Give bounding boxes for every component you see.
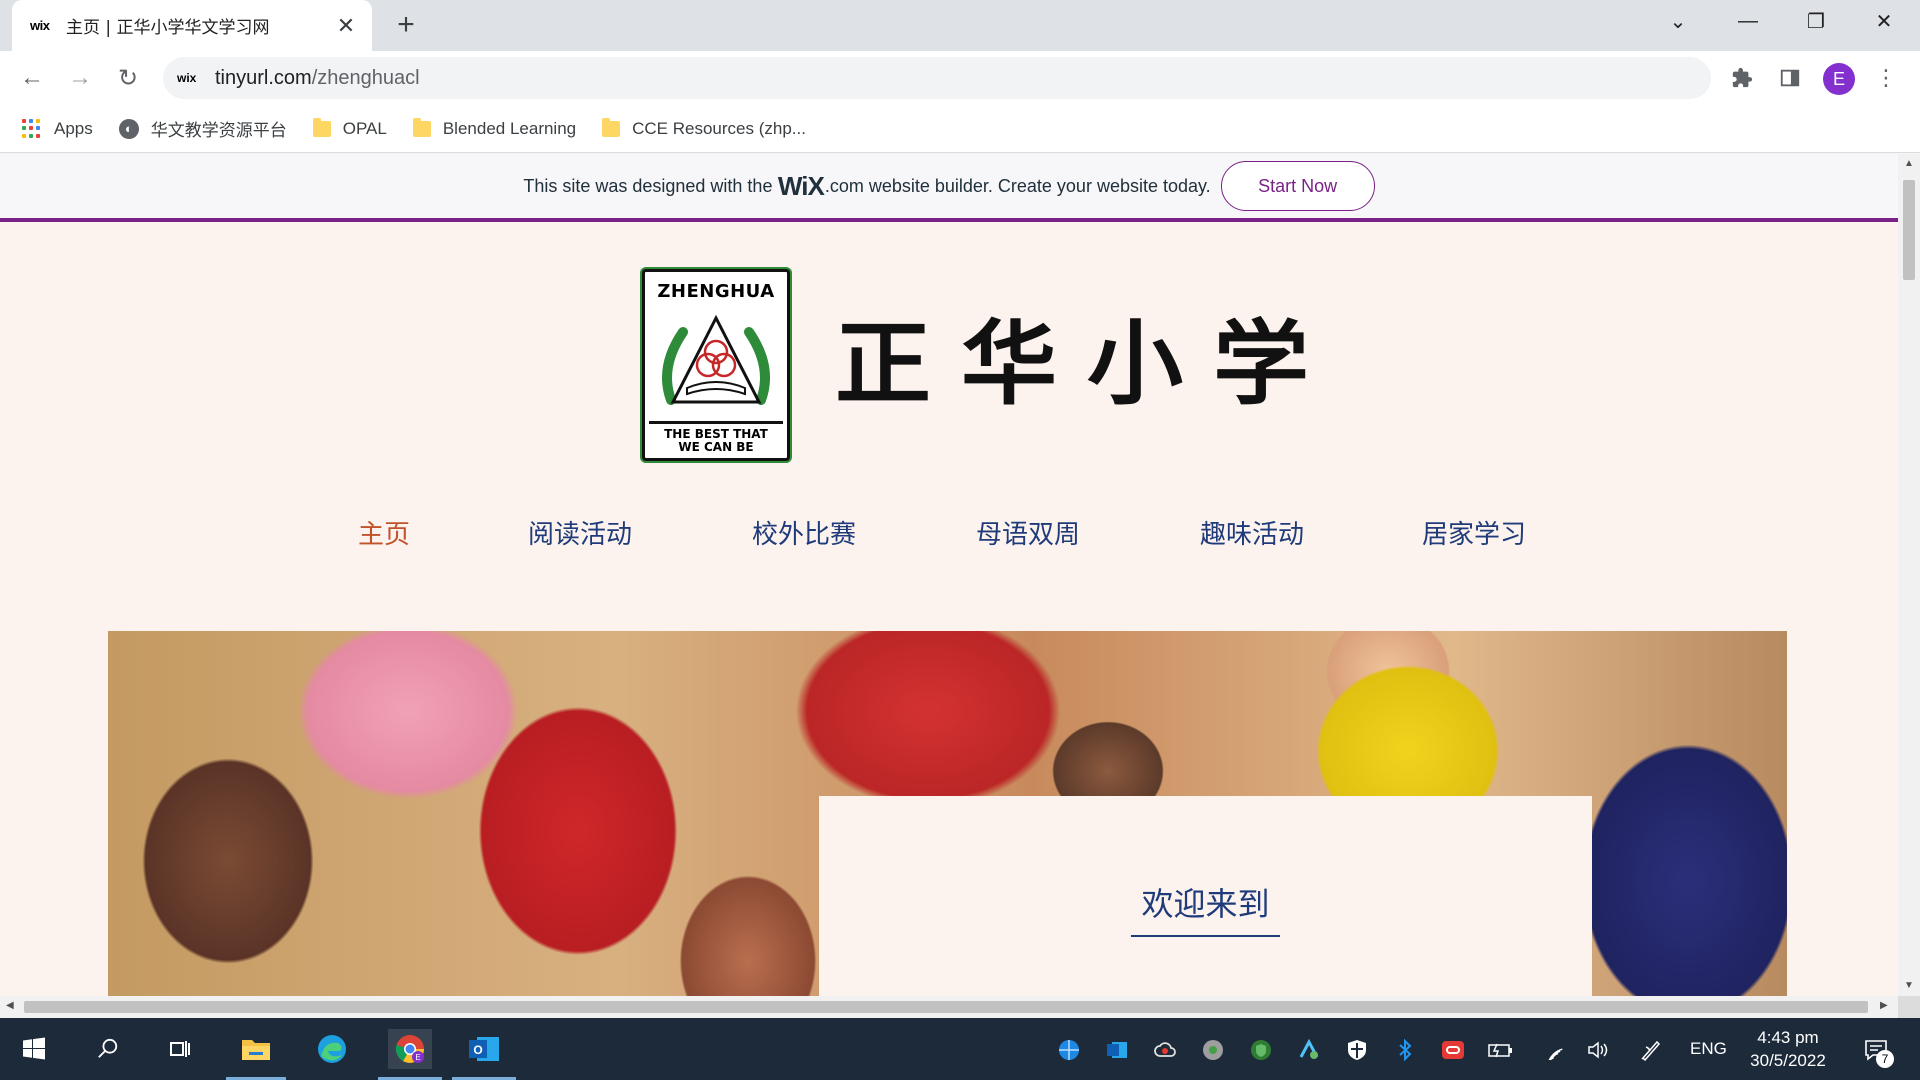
back-button[interactable]: ←	[14, 60, 50, 96]
site-navigation: 主页 阅读活动 校外比赛 母语双周 趣味活动 居家学习	[0, 514, 1898, 564]
svg-text:O: O	[473, 1043, 482, 1057]
new-tab-button[interactable]: +	[390, 10, 422, 42]
address-bar[interactable]: wix tinyurl.com/zhenghuacl	[163, 57, 1711, 99]
forward-button[interactable]: →	[62, 60, 98, 96]
volume-tray-icon[interactable]	[1586, 1037, 1612, 1063]
address-host: tinyurl.com	[215, 66, 312, 89]
tab-favicon: wix	[30, 18, 50, 33]
profile-avatar[interactable]: E	[1823, 63, 1855, 95]
welcome-heading: 欢迎来到	[1131, 879, 1280, 937]
welcome-card: 欢迎来到	[819, 796, 1592, 996]
nav-item-home-learning[interactable]: 居家学习	[1422, 514, 1526, 551]
search-icon[interactable]	[88, 1029, 128, 1069]
nav-item-home[interactable]: 主页	[358, 514, 410, 551]
scroll-left-arrow-icon[interactable]: ◀	[6, 1000, 14, 1011]
nav-item-mother-tongue-fortnight[interactable]: 母语双周	[976, 514, 1080, 551]
bookmark-label: Blended Learning	[442, 118, 577, 138]
bookmark-chinese-resources[interactable]: ◐ 华文教学资源平台	[118, 116, 287, 141]
address-path: /zhenghuacl	[311, 66, 420, 89]
network-globe-tray-icon[interactable]	[1056, 1037, 1082, 1063]
notification-count-badge: 7	[1876, 1050, 1894, 1068]
globe-icon: ◐	[118, 118, 139, 139]
notification-center-icon[interactable]: 7	[1860, 1034, 1894, 1068]
outlook-tray-icon[interactable]	[1104, 1037, 1130, 1063]
crest-emblem-icon	[662, 314, 770, 405]
nav-item-fun-activities[interactable]: 趣味活动	[1200, 514, 1304, 551]
crest-motto-line2: WE CAN BE	[678, 440, 754, 454]
bookmark-label: OPAL	[342, 118, 387, 138]
bookmarks-bar: Apps ◐ 华文教学资源平台 OPAL Blended Learning CC…	[0, 105, 1920, 153]
bluetooth-tray-icon[interactable]	[1392, 1037, 1418, 1063]
crest-motto: THE BEST THAT WE CAN BE	[649, 421, 783, 454]
wix-banner-text-before: This site was designed with the	[523, 175, 773, 196]
battery-tray-icon[interactable]	[1488, 1037, 1514, 1063]
school-name-title: 正华小学	[835, 309, 1339, 418]
taskbar-clock[interactable]: 4:43 pm 30/5/2022	[1738, 1026, 1838, 1072]
start-icon[interactable]	[14, 1029, 54, 1069]
scroll-down-arrow-icon[interactable]: ▼	[1903, 980, 1915, 991]
cloud-sync-tray-icon[interactable]	[1152, 1037, 1178, 1063]
hero-photo-students: 欢迎来到	[108, 631, 1787, 996]
reload-button[interactable]: ↻	[110, 60, 146, 96]
crest-name: ZHENGHUA	[657, 281, 775, 302]
school-crest-logo[interactable]: ZHENGHUA THE BEST THAT WE CAN BE	[642, 269, 790, 461]
nav-item-external-competitions[interactable]: 校外比赛	[752, 514, 856, 551]
tab-strip: wix 主页 | 正华小学华文学习网 ✕ + ⌄ — ❐ ✕	[0, 0, 1920, 51]
security-shield-green-tray-icon[interactable]	[1248, 1037, 1274, 1063]
browser-tab[interactable]: wix 主页 | 正华小学华文学习网 ✕	[12, 0, 372, 51]
restore-button[interactable]: ❐	[1786, 0, 1846, 42]
bookmark-apps[interactable]: Apps	[22, 118, 93, 139]
site-info-icon[interactable]: wix	[177, 71, 215, 85]
app-tray-icon[interactable]	[1296, 1037, 1322, 1063]
wix-banner: This site was designed with the WiX .com…	[0, 154, 1898, 222]
chrome-tray-icon[interactable]	[1200, 1037, 1226, 1063]
scrollbar-corner	[1898, 996, 1920, 1018]
tab-close-icon[interactable]: ✕	[334, 13, 358, 38]
page-viewport: This site was designed with the WiX .com…	[0, 154, 1898, 996]
side-panel-icon[interactable]	[1776, 64, 1804, 92]
folder-icon	[412, 117, 431, 137]
bookmark-label: CCE Resources (zhp...	[632, 118, 806, 138]
wifi-tray-icon[interactable]	[1538, 1037, 1564, 1063]
scroll-right-arrow-icon[interactable]: ▶	[1880, 1000, 1888, 1011]
folder-icon	[602, 117, 621, 137]
bookmark-cce-resources[interactable]: CCE Resources (zhp...	[602, 117, 806, 139]
bookmark-opal[interactable]: OPAL	[312, 117, 387, 139]
chrome-icon[interactable]: E	[378, 1029, 442, 1080]
browser-toolbar: ← → ↻ wix tinyurl.com/zhenghuacl E ⋮	[0, 51, 1920, 105]
bookmark-blended-learning[interactable]: Blended Learning	[412, 117, 577, 139]
wix-banner-text-after: .com website builder. Create your websit…	[824, 175, 1211, 196]
wix-logo: WiX	[777, 170, 825, 201]
clock-date: 30/5/2022	[1750, 1051, 1826, 1070]
chrome-menu-icon[interactable]: ⋮	[1872, 64, 1900, 92]
task-view-icon[interactable]	[160, 1029, 200, 1069]
edge-icon[interactable]	[312, 1029, 352, 1069]
input-language-indicator[interactable]: ENG	[1690, 1039, 1727, 1059]
svg-text:E: E	[415, 1053, 420, 1062]
windows-taskbar: E O ENG 4:43 pm 30/5/2022 7	[0, 1018, 1920, 1080]
vpn-tray-icon[interactable]	[1440, 1037, 1466, 1063]
start-now-button[interactable]: Start Now	[1220, 161, 1375, 211]
vertical-scrollbar[interactable]: ▲ ▼	[1898, 154, 1920, 996]
nav-item-reading-activities[interactable]: 阅读活动	[528, 514, 632, 551]
vertical-scroll-thumb[interactable]	[1903, 180, 1915, 280]
scroll-up-arrow-icon[interactable]: ▲	[1903, 158, 1915, 169]
bookmark-label: Apps	[54, 118, 93, 138]
minimize-button[interactable]: —	[1718, 0, 1778, 42]
outlook-icon[interactable]: O	[452, 1029, 516, 1080]
horizontal-scrollbar[interactable]: ◀ ▶	[0, 996, 1898, 1018]
tab-title: 主页 | 正华小学华文学习网	[66, 18, 270, 38]
window-close-button[interactable]: ✕	[1854, 0, 1914, 42]
windows-security-tray-icon[interactable]	[1344, 1037, 1370, 1063]
bookmark-label: 华文教学资源平台	[150, 121, 287, 141]
clock-time: 4:43 pm	[1757, 1028, 1819, 1047]
horizontal-scroll-thumb[interactable]	[24, 1001, 1868, 1013]
tab-search-icon[interactable]: ⌄	[1648, 0, 1708, 42]
pen-tray-icon[interactable]	[1638, 1037, 1664, 1063]
apps-grid-icon	[22, 118, 42, 139]
file-explorer-icon[interactable]	[226, 1029, 286, 1080]
extensions-icon[interactable]	[1728, 64, 1756, 92]
folder-icon	[312, 117, 331, 137]
